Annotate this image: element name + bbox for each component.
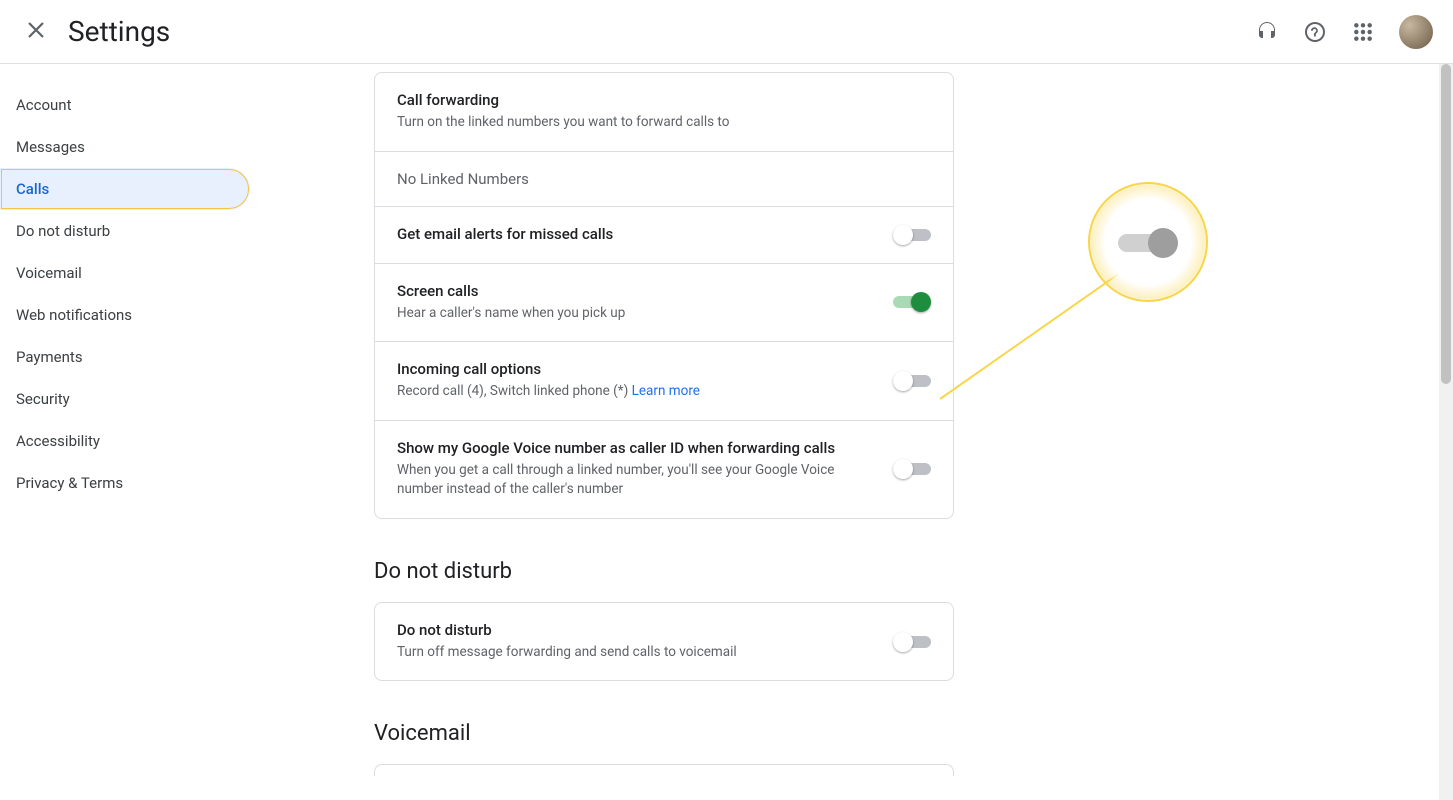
caller-id-toggle[interactable] (893, 459, 931, 479)
sidebar-item-security[interactable]: Security (0, 378, 250, 420)
sidebar-item-label: Privacy & Terms (16, 474, 123, 492)
help-icon[interactable] (1295, 12, 1335, 52)
voicemail-card (374, 764, 954, 776)
sidebar: Account Messages Calls Do not disturb Vo… (0, 64, 250, 800)
linked-numbers-status: No Linked Numbers (397, 170, 529, 188)
email-alerts-title: Get email alerts for missed calls (397, 225, 877, 243)
apps-icon[interactable] (1343, 12, 1383, 52)
incoming-call-options-desc-text: Record call (4), Switch linked phone (*) (397, 383, 632, 399)
close-button[interactable] (16, 12, 56, 52)
linked-numbers-status-row: No Linked Numbers (375, 151, 953, 206)
incoming-call-options-toggle[interactable] (893, 371, 931, 391)
scrollbar-thumb[interactable] (1441, 64, 1451, 384)
screen-calls-title: Screen calls (397, 282, 877, 300)
sidebar-item-label: Account (16, 96, 72, 114)
sidebar-item-label: Messages (16, 138, 85, 156)
sidebar-item-label: Web notifications (16, 306, 132, 324)
caller-id-desc: When you get a call through a linked num… (397, 461, 877, 500)
email-alerts-toggle[interactable] (893, 225, 931, 245)
avatar[interactable] (1399, 15, 1433, 49)
call-forwarding-row: Call forwarding Turn on the linked numbe… (375, 73, 953, 151)
dnd-desc: Turn off message forwarding and send cal… (397, 643, 877, 663)
sidebar-item-label: Voicemail (16, 264, 82, 282)
caller-id-title: Show my Google Voice number as caller ID… (397, 439, 877, 457)
sidebar-item-label: Do not disturb (16, 222, 110, 240)
screen-calls-desc: Hear a caller's name when you pick up (397, 304, 877, 324)
sidebar-item-messages[interactable]: Messages (0, 126, 250, 168)
headset-icon[interactable] (1247, 12, 1287, 52)
incoming-call-options-row: Incoming call options Record call (4), S… (375, 341, 953, 420)
sidebar-item-label: Calls (16, 180, 49, 198)
learn-more-link[interactable]: Learn more (632, 383, 700, 399)
caller-id-row: Show my Google Voice number as caller ID… (375, 420, 953, 518)
dnd-section-header: Do not disturb (374, 559, 954, 584)
sidebar-item-label: Payments (16, 348, 83, 366)
sidebar-item-privacy-terms[interactable]: Privacy & Terms (0, 462, 250, 504)
call-forwarding-desc: Turn on the linked numbers you want to f… (397, 113, 915, 133)
screen-calls-row: Screen calls Hear a caller's name when y… (375, 263, 953, 342)
dnd-row: Do not disturb Turn off message forwardi… (375, 603, 953, 681)
sidebar-item-calls[interactable]: Calls (0, 168, 250, 210)
calls-settings-card: Call forwarding Turn on the linked numbe… (374, 72, 954, 519)
voicemail-section-header: Voicemail (374, 721, 954, 746)
email-alerts-row: Get email alerts for missed calls (375, 206, 953, 263)
dnd-toggle[interactable] (893, 632, 931, 652)
page-title: Settings (68, 15, 170, 48)
call-forwarding-title: Call forwarding (397, 91, 915, 109)
screen-calls-toggle[interactable] (893, 292, 931, 312)
close-icon (24, 18, 48, 45)
incoming-call-options-desc: Record call (4), Switch linked phone (*)… (397, 382, 877, 402)
sidebar-item-label: Security (16, 390, 70, 408)
sidebar-item-web-notifications[interactable]: Web notifications (0, 294, 250, 336)
sidebar-item-accessibility[interactable]: Accessibility (0, 420, 250, 462)
sidebar-item-account[interactable]: Account (0, 84, 250, 126)
dnd-card: Do not disturb Turn off message forwardi… (374, 602, 954, 682)
sidebar-item-do-not-disturb[interactable]: Do not disturb (0, 210, 250, 252)
incoming-call-options-title: Incoming call options (397, 360, 877, 378)
sidebar-item-voicemail[interactable]: Voicemail (0, 252, 250, 294)
dnd-title: Do not disturb (397, 621, 877, 639)
content: Call forwarding Turn on the linked numbe… (250, 64, 1453, 800)
topbar: Settings (0, 0, 1453, 64)
sidebar-item-label: Accessibility (16, 432, 100, 450)
sidebar-item-payments[interactable]: Payments (0, 336, 250, 378)
